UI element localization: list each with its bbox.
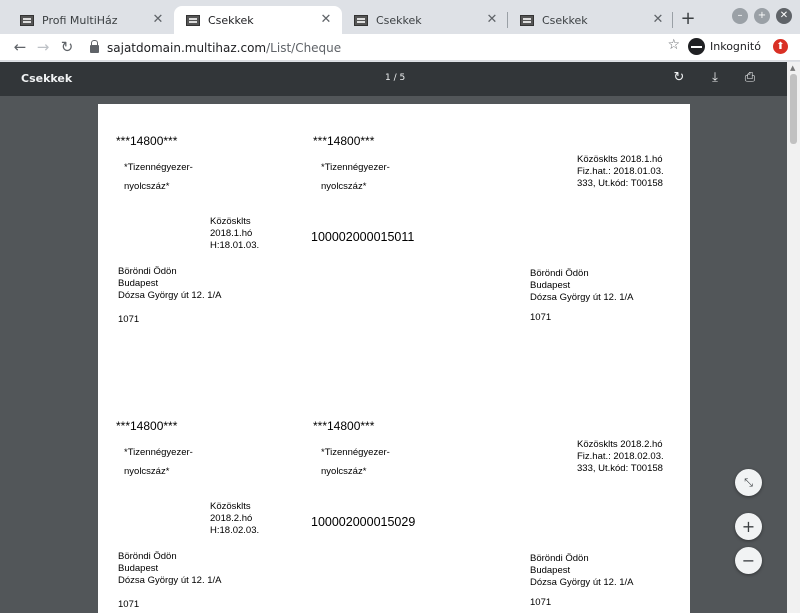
address-bar[interactable]: sajatdomain.multihaz.com/List/Cheque ☆ bbox=[84, 37, 680, 58]
payer-city: Budapest bbox=[118, 563, 159, 574]
payer-city: Budapest bbox=[530, 280, 571, 291]
payer-city: Budapest bbox=[530, 565, 571, 576]
favicon-icon bbox=[186, 14, 200, 26]
lock-icon bbox=[90, 39, 99, 53]
amount-words: nyolcszáz* bbox=[124, 181, 170, 192]
amount-words: nyolcszáz* bbox=[321, 181, 367, 192]
account-number: 100002000015029 bbox=[311, 515, 416, 529]
close-window-icon[interactable]: ✕ bbox=[776, 8, 792, 24]
right-memo: Közösklts 2018.2.hó bbox=[577, 439, 663, 450]
address-host: sajatdomain.multihaz.com bbox=[107, 40, 267, 55]
zoom-out-icon[interactable]: − bbox=[735, 547, 762, 574]
payer-zip: 1071 bbox=[118, 599, 140, 610]
payer-street: Dózsa György út 12. 1/A bbox=[118, 290, 222, 301]
vertical-scrollbar[interactable]: ▲ bbox=[787, 62, 800, 613]
address-path: /List/Cheque bbox=[266, 40, 342, 55]
reload-icon[interactable]: ↻ bbox=[57, 37, 77, 57]
payer-zip: 1071 bbox=[530, 312, 552, 323]
tab-title: Profi MultiHáz bbox=[42, 13, 118, 27]
tab-title: Csekkek bbox=[542, 13, 588, 27]
browser-toolbar: ← → ↻ sajatdomain.multihaz.com/List/Cheq… bbox=[0, 34, 800, 61]
favicon-icon bbox=[354, 14, 368, 26]
amount-words: *Tizennégyezer- bbox=[124, 162, 193, 173]
close-icon[interactable]: ✕ bbox=[318, 12, 334, 28]
tab-strip: Profi MultiHáz ✕ Csekkek ✕ Csekkek ✕ Cse… bbox=[0, 0, 800, 34]
new-tab-icon[interactable]: + bbox=[678, 10, 698, 30]
favicon-icon bbox=[20, 14, 34, 26]
amount-words: nyolcszáz* bbox=[321, 466, 367, 477]
payer-zip: 1071 bbox=[530, 597, 552, 608]
fit-to-page-icon[interactable]: ⤡ bbox=[735, 469, 762, 496]
amount-words: *Tizennégyezer- bbox=[124, 447, 193, 458]
right-memo: 333, Ut.kód: T00158 bbox=[577, 178, 663, 189]
incognito-icon bbox=[688, 38, 705, 55]
memo: H:18.01.03. bbox=[210, 240, 260, 251]
amount-words: *Tizennégyezer- bbox=[321, 447, 390, 458]
maximize-icon[interactable]: + bbox=[754, 8, 770, 24]
minimize-icon[interactable]: – bbox=[732, 8, 748, 24]
page-indicator: 1 / 5 bbox=[385, 73, 406, 83]
bookmark-star-icon[interactable]: ☆ bbox=[667, 37, 680, 53]
memo: Közösklts bbox=[210, 216, 251, 227]
payer-street: Dózsa György út 12. 1/A bbox=[530, 292, 634, 303]
rotate-icon[interactable]: ↻ bbox=[670, 69, 688, 87]
memo: 2018.1.hó bbox=[210, 228, 253, 239]
download-icon[interactable]: ⤓ bbox=[706, 69, 724, 87]
memo: H:18.02.03. bbox=[210, 525, 260, 536]
close-icon[interactable]: ✕ bbox=[150, 12, 166, 28]
tab-separator bbox=[672, 12, 673, 28]
tab-title: Csekkek bbox=[376, 13, 422, 27]
right-memo: Fiz.hat.: 2018.02.03. bbox=[577, 451, 664, 462]
close-icon[interactable]: ✕ bbox=[484, 12, 500, 28]
cheque-amount: ***14800*** bbox=[313, 419, 375, 433]
payer-zip: 1071 bbox=[118, 314, 140, 325]
scroll-up-icon[interactable]: ▲ bbox=[790, 64, 795, 72]
payer-city: Budapest bbox=[118, 278, 159, 289]
tab-title: Csekkek bbox=[208, 13, 254, 27]
update-icon[interactable]: ⬆ bbox=[773, 39, 788, 54]
memo: Közösklts bbox=[210, 501, 251, 512]
memo: 2018.2.hó bbox=[210, 513, 253, 524]
payer-street: Dózsa György út 12. 1/A bbox=[118, 575, 222, 586]
back-arrow-icon[interactable]: ← bbox=[10, 37, 30, 57]
forward-arrow-icon[interactable]: → bbox=[33, 37, 53, 57]
window-controls: – + ✕ bbox=[732, 8, 792, 24]
payer-name: Böröndi Ödön bbox=[118, 551, 177, 562]
payer-street: Dózsa György út 12. 1/A bbox=[530, 577, 634, 588]
pdf-page: ***14800*** ***14800*** *Tizennégyezer- … bbox=[98, 104, 690, 613]
right-memo: 333, Ut.kód: T00158 bbox=[577, 463, 663, 474]
scrollbar-thumb[interactable] bbox=[790, 74, 797, 144]
amount-words: nyolcszáz* bbox=[124, 466, 170, 477]
favicon-icon bbox=[520, 14, 534, 26]
pdf-toolbar: Csekkek 1 / 5 ↻ ⤓ ⎙ bbox=[0, 62, 787, 96]
close-icon[interactable]: ✕ bbox=[650, 12, 666, 28]
tab-csekkek-2[interactable]: Csekkek ✕ bbox=[342, 6, 508, 34]
print-icon[interactable]: ⎙ bbox=[741, 69, 759, 87]
pdf-viewer[interactable]: ***14800*** ***14800*** *Tizennégyezer- … bbox=[0, 96, 787, 613]
tab-csekkek-3[interactable]: Csekkek ✕ bbox=[508, 6, 674, 34]
zoom-in-icon[interactable]: + bbox=[735, 513, 762, 540]
amount-words: *Tizennégyezer- bbox=[321, 162, 390, 173]
pdf-title: Csekkek bbox=[21, 72, 73, 85]
payer-name: Böröndi Ödön bbox=[118, 266, 177, 277]
incognito-indicator[interactable]: Inkognitó bbox=[688, 38, 761, 55]
cheque-amount: ***14800*** bbox=[116, 134, 178, 148]
right-memo: Közösklts 2018.1.hó bbox=[577, 154, 663, 165]
account-number: 100002000015011 bbox=[311, 230, 415, 244]
incognito-label: Inkognitó bbox=[710, 40, 761, 53]
right-memo: Fiz.hat.: 2018.01.03. bbox=[577, 166, 664, 177]
tab-csekkek-active[interactable]: Csekkek ✕ bbox=[174, 6, 342, 34]
cheque-amount: ***14800*** bbox=[116, 419, 178, 433]
cheque-1: ***14800*** ***14800*** *Tizennégyezer- … bbox=[98, 132, 690, 332]
cheque-amount: ***14800*** bbox=[313, 134, 375, 148]
cheque-2: ***14800*** ***14800*** *Tizennégyezer- … bbox=[98, 417, 690, 613]
tab-profi-multihaz[interactable]: Profi MultiHáz ✕ bbox=[8, 6, 174, 34]
payer-name: Böröndi Ödön bbox=[530, 553, 589, 564]
payer-name: Böröndi Ödön bbox=[530, 268, 589, 279]
